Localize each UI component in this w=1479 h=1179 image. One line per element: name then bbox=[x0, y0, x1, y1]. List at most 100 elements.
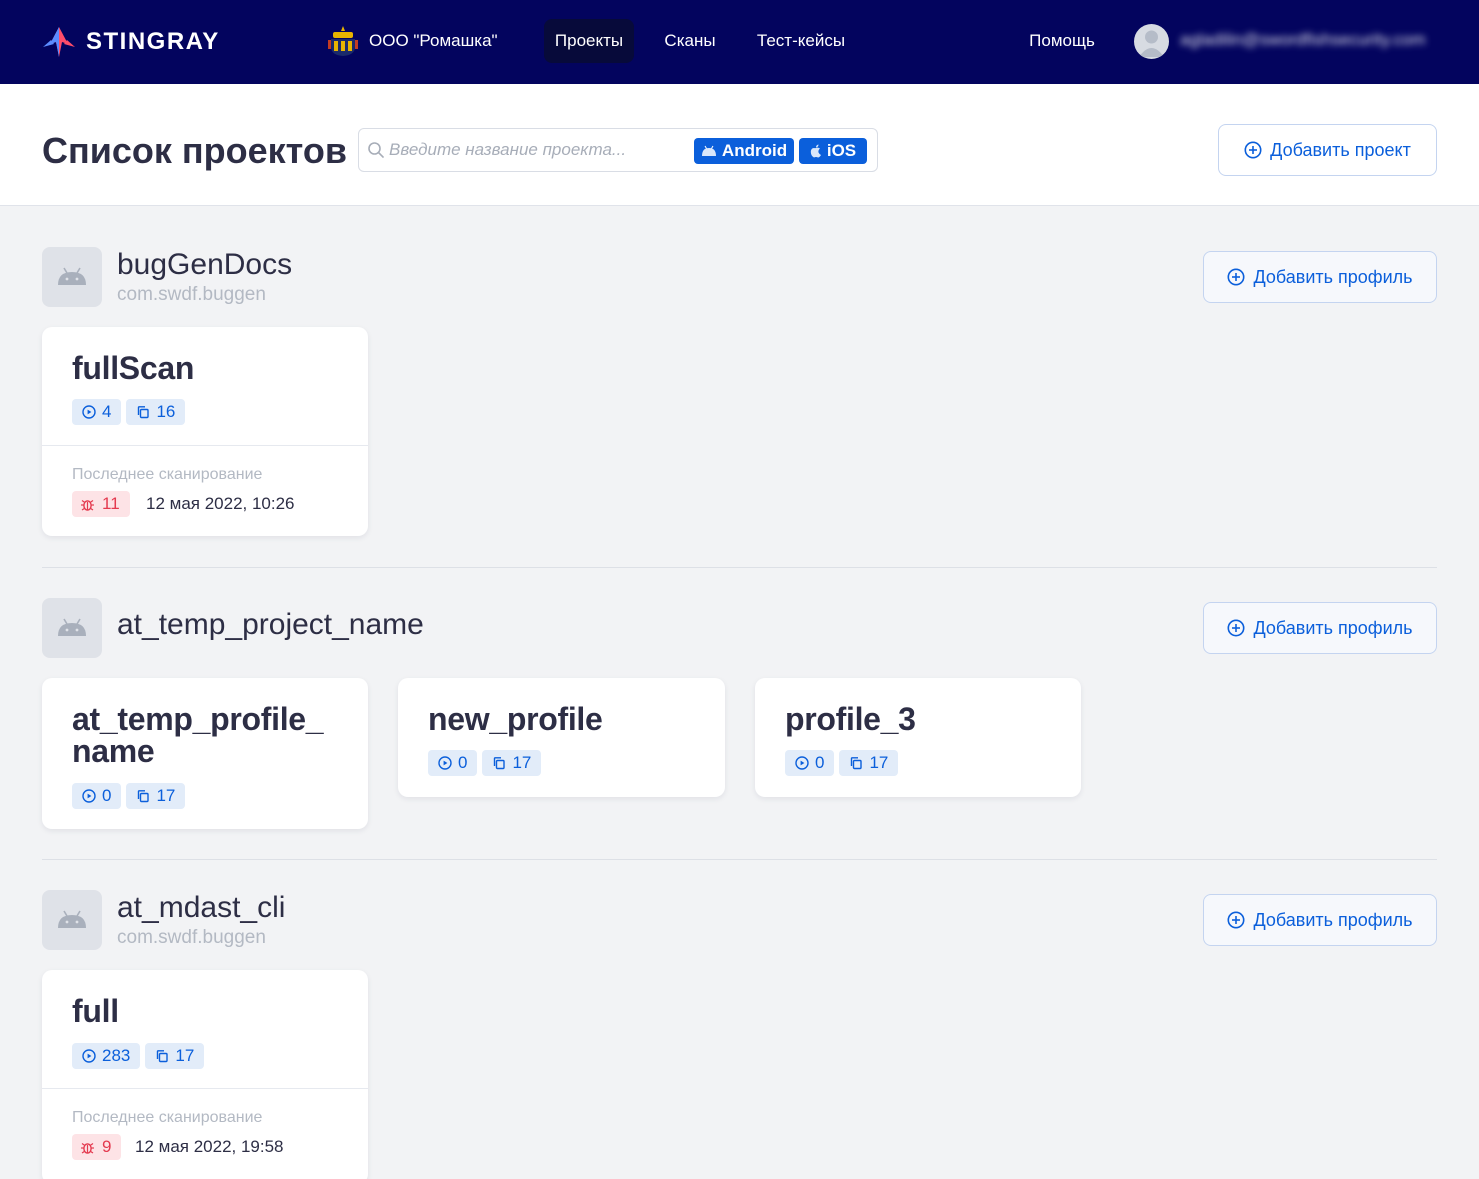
last-scan-section: Последнее сканирование 11 12 мая 2022, 1… bbox=[42, 445, 368, 536]
profile-name: at_temp_profile_ name bbox=[72, 701, 324, 769]
copy-icon bbox=[494, 757, 506, 770]
nav-link-scans[interactable]: Сканы bbox=[654, 19, 726, 63]
test-cases-count: 17 bbox=[512, 753, 532, 772]
test-cases-count-badge: 17 bbox=[145, 1043, 205, 1069]
add-project-button[interactable]: Добавить проект bbox=[1218, 124, 1437, 176]
scans-count: 283 bbox=[102, 1046, 131, 1065]
nav-link-projects[interactable]: Проекты bbox=[544, 19, 634, 63]
add-profile-label: Добавить профиль bbox=[1253, 266, 1413, 287]
project-search-input[interactable] bbox=[389, 135, 689, 165]
user-email[interactable]: agladilin@swordfishsecurity.com bbox=[1180, 30, 1426, 50]
profile-card[interactable]: full 283 17 Последнее сканирование 9 12 … bbox=[42, 970, 368, 1179]
test-cases-count: 17 bbox=[869, 753, 889, 772]
add-profile-button[interactable]: Добавить профиль bbox=[1203, 602, 1437, 654]
user-avatar[interactable] bbox=[1134, 24, 1169, 59]
filter-chip-ios-label: iOS bbox=[826, 141, 857, 160]
project-divider bbox=[42, 567, 1437, 568]
last-scan-date: 12 мая 2022, 10:26 bbox=[146, 494, 295, 513]
project-platform-icon bbox=[42, 247, 102, 307]
bug-count: 9 bbox=[102, 1137, 112, 1156]
scans-count-badge: 4 bbox=[72, 399, 122, 425]
scans-count-badge: 0 bbox=[428, 750, 478, 776]
page-header: Список проектов Android iOS bbox=[0, 84, 1479, 206]
copy-icon bbox=[138, 790, 150, 803]
apple-icon bbox=[810, 144, 821, 158]
last-scan-label: Последнее сканирование bbox=[72, 1109, 263, 1126]
project-header: at_mdast_cli com.swdf.buggen Добавить пр… bbox=[42, 890, 1437, 950]
scans-count: 0 bbox=[458, 753, 468, 772]
profile-card[interactable]: new_profile 0 17 bbox=[398, 678, 725, 797]
project-platform-icon bbox=[42, 890, 102, 950]
bug-count: 11 bbox=[102, 494, 120, 513]
profile-card[interactable]: at_temp_profile_ name 0 17 bbox=[42, 678, 368, 829]
stingray-logo-icon bbox=[43, 27, 75, 57]
plus-circle-icon bbox=[1244, 141, 1262, 159]
add-profile-button[interactable]: Добавить профиль bbox=[1203, 251, 1437, 303]
project-package: com.swdf.buggen bbox=[117, 927, 266, 948]
page-title: Список проектов bbox=[42, 130, 347, 171]
project-platform-icon bbox=[42, 598, 102, 658]
project-name[interactable]: at_mdast_cli bbox=[117, 891, 285, 925]
profile-name: fullScan bbox=[72, 350, 195, 386]
play-circle-icon bbox=[82, 1049, 96, 1063]
profile-stats: 4 16 bbox=[72, 399, 186, 425]
test-cases-count-badge: 17 bbox=[482, 750, 542, 776]
filter-chip-android[interactable]: Android bbox=[694, 138, 794, 164]
scans-count: 0 bbox=[815, 753, 825, 772]
play-circle-icon bbox=[82, 405, 96, 419]
scans-count: 4 bbox=[102, 402, 112, 421]
test-cases-count-badge: 16 bbox=[126, 399, 186, 425]
profile-stats: 0 17 bbox=[72, 783, 186, 809]
profile-card[interactable]: fullScan 4 16 Последнее сканирование 11 … bbox=[42, 327, 368, 536]
bug-count-badge: 11 bbox=[72, 491, 130, 517]
scans-count-badge: 0 bbox=[72, 783, 122, 809]
profile-stats: 0 17 bbox=[785, 750, 899, 776]
plus-circle-icon bbox=[1227, 619, 1245, 637]
android-icon bbox=[701, 145, 716, 156]
filter-chip-ios[interactable]: iOS bbox=[799, 138, 867, 164]
add-profile-label: Добавить профиль bbox=[1253, 617, 1413, 638]
project-name[interactable]: bugGenDocs bbox=[117, 248, 292, 282]
profile-name: profile_3 bbox=[785, 701, 916, 737]
nav-link-test-cases[interactable]: Тест-кейсы bbox=[744, 19, 858, 63]
play-circle-icon bbox=[82, 789, 96, 803]
bug-icon bbox=[81, 1142, 94, 1154]
bug-count-badge: 9 bbox=[72, 1134, 122, 1160]
test-cases-count-badge: 17 bbox=[126, 783, 186, 809]
profile-stats: 283 17 bbox=[72, 1043, 205, 1069]
add-profile-label: Добавить профиль bbox=[1253, 909, 1413, 930]
scans-count-badge: 0 bbox=[785, 750, 835, 776]
test-cases-count-badge: 17 bbox=[839, 750, 899, 776]
copy-icon bbox=[157, 1050, 169, 1063]
filter-chip-android-label: Android bbox=[721, 141, 788, 160]
nav-link-help[interactable]: Помощь bbox=[1019, 19, 1105, 63]
test-cases-count: 17 bbox=[156, 786, 176, 805]
android-icon bbox=[58, 618, 86, 636]
project-search-box: Android iOS bbox=[358, 128, 878, 172]
profile-card[interactable]: profile_3 0 17 bbox=[755, 678, 1081, 797]
test-cases-count: 17 bbox=[175, 1046, 195, 1065]
copy-icon bbox=[138, 406, 150, 419]
project-package: com.swdf.buggen bbox=[117, 284, 266, 305]
profile-name: new_profile bbox=[428, 701, 603, 737]
last-scan-section: Последнее сканирование 9 12 мая 2022, 19… bbox=[42, 1088, 368, 1179]
profile-name: full bbox=[72, 993, 119, 1029]
play-circle-icon bbox=[795, 756, 809, 770]
android-icon bbox=[58, 910, 86, 928]
android-icon bbox=[58, 267, 86, 285]
stingray-logo[interactable]: STINGRAY bbox=[42, 25, 220, 59]
project-divider bbox=[42, 859, 1437, 860]
project-name[interactable]: at_temp_project_name bbox=[117, 608, 424, 642]
organization-selector[interactable]: ООО "Ромашка" bbox=[328, 24, 498, 58]
test-cases-count: 16 bbox=[156, 402, 176, 421]
add-project-label: Добавить проект bbox=[1270, 139, 1411, 160]
play-circle-icon bbox=[438, 756, 452, 770]
add-profile-button[interactable]: Добавить профиль bbox=[1203, 894, 1437, 946]
plus-circle-icon bbox=[1227, 911, 1245, 929]
project-header: at_temp_project_name Добавить профиль bbox=[42, 598, 1437, 658]
organization-emblem-icon bbox=[328, 26, 358, 56]
user-avatar-icon bbox=[1139, 30, 1164, 57]
top-navbar: STINGRAY ООО "Ромашка" Проекты Сканы Тес… bbox=[0, 0, 1479, 84]
scans-count-badge: 283 bbox=[72, 1043, 141, 1069]
bug-icon bbox=[81, 499, 94, 511]
